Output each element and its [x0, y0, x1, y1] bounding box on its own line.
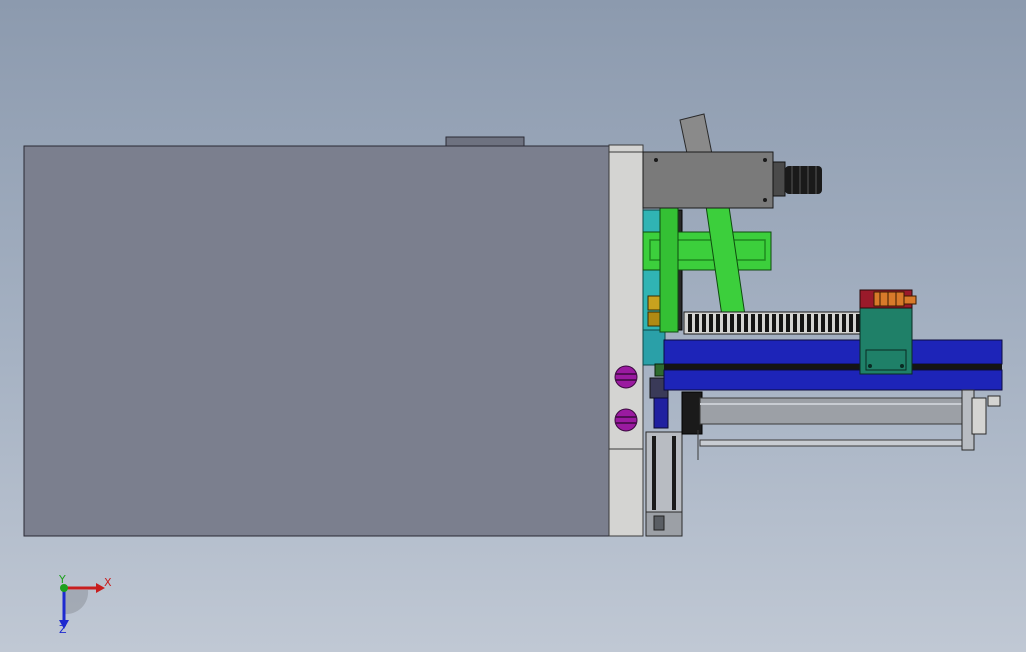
rack-tooth: [716, 314, 720, 332]
rack-tooth: [702, 314, 706, 332]
triad-x-label: X: [104, 576, 112, 589]
rack-tooth: [765, 314, 769, 332]
rack-tooth: [842, 314, 846, 332]
purple-screw-lower: [614, 408, 638, 432]
gear-rack[interactable]: [683, 311, 861, 335]
rack-tooth: [758, 314, 762, 332]
horizontal-guide-rods[interactable]: [697, 397, 971, 460]
blue-linear-rail[interactable]: [663, 339, 1003, 391]
cad-assembly-model[interactable]: [0, 0, 1026, 652]
rack-tooth: [807, 314, 811, 332]
triad-z-label: Z: [59, 623, 67, 636]
rack-tooth: [793, 314, 797, 332]
teal-carriage-block[interactable]: [859, 289, 917, 375]
rack-tooth: [730, 314, 734, 332]
rack-tooth: [751, 314, 755, 332]
rack-tooth: [772, 314, 776, 332]
rack-tooth: [786, 314, 790, 332]
rod-end-bracket[interactable]: [961, 389, 1001, 451]
rack-tooth: [737, 314, 741, 332]
motor-knob[interactable]: [785, 166, 822, 194]
purple-screw-upper: [614, 365, 638, 389]
cad-graphics-viewport[interactable]: X Y Z: [0, 0, 1026, 652]
rack-tooth: [814, 314, 818, 332]
housing-end-plate[interactable]: [608, 144, 644, 537]
rack-tooth: [779, 314, 783, 332]
rack-tooth: [821, 314, 825, 332]
rack-tooth: [800, 314, 804, 332]
main-housing-body[interactable]: [23, 145, 610, 537]
rack-tooth: [695, 314, 699, 332]
rack-tooth: [849, 314, 853, 332]
triad-y-label: Y: [59, 573, 66, 586]
rack-tooth: [723, 314, 727, 332]
rack-tooth: [709, 314, 713, 332]
spindle-motor[interactable]: [642, 113, 786, 209]
rack-tooth: [856, 314, 860, 332]
coordinate-triad: X Y Z: [48, 572, 118, 636]
rack-tooth: [688, 314, 692, 332]
rack-tooth: [744, 314, 748, 332]
rack-tooth: [828, 314, 832, 332]
rack-tooth: [835, 314, 839, 332]
